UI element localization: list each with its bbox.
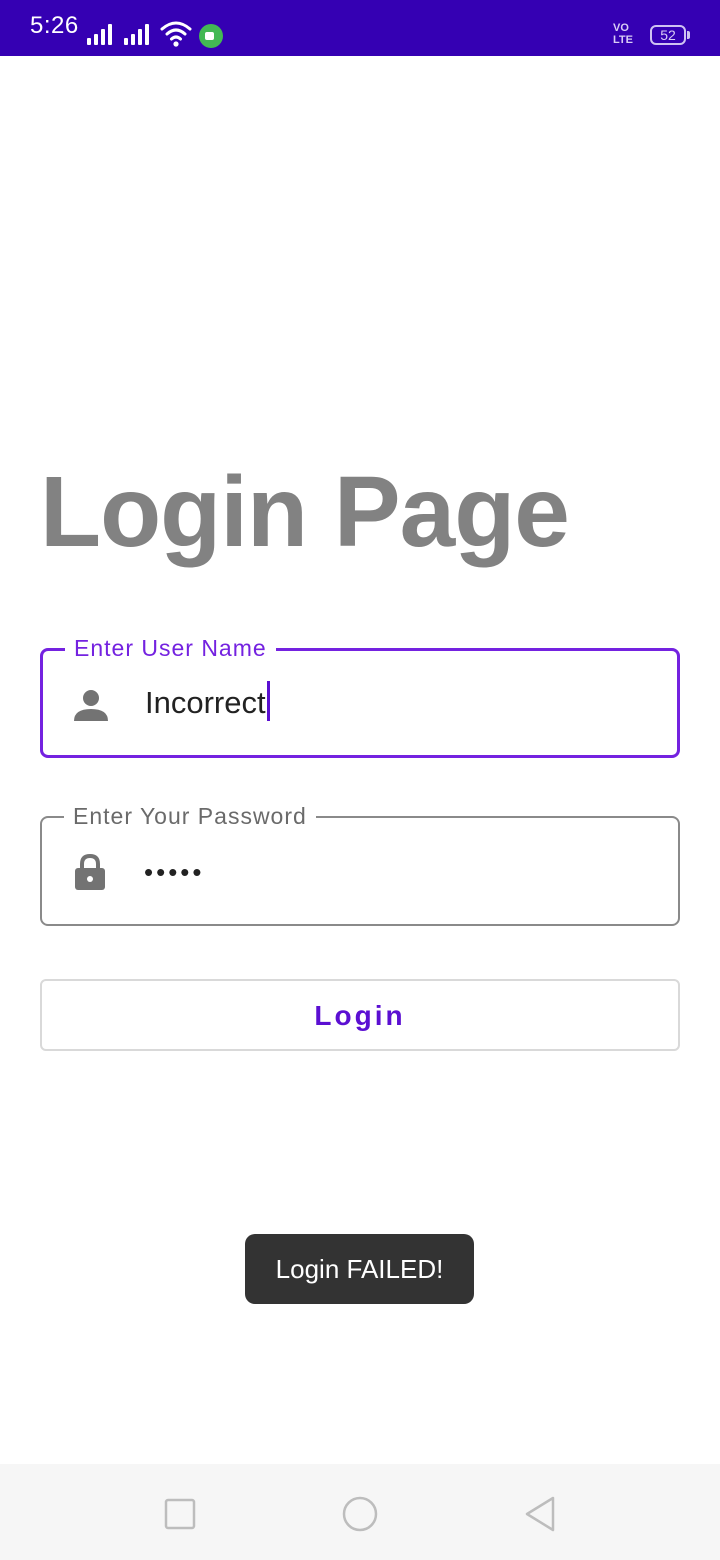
volte-indicator: VO LTE — [613, 22, 633, 46]
login-button[interactable]: Login — [40, 979, 680, 1051]
lock-icon — [75, 853, 105, 890]
home-icon[interactable] — [340, 1494, 380, 1534]
navigation-bar — [0, 1464, 720, 1560]
signal-strength-icon-2 — [124, 23, 154, 45]
recents-icon[interactable] — [160, 1494, 200, 1534]
text-cursor — [266, 681, 270, 721]
battery-level: 52 — [660, 27, 676, 43]
person-icon — [74, 690, 108, 721]
password-input[interactable]: ••••• — [144, 850, 205, 894]
screen-record-icon — [199, 24, 223, 48]
login-failed-toast: Login FAILED! — [245, 1234, 474, 1304]
page-title: Login Page — [40, 456, 570, 568]
battery-icon: 52 — [650, 25, 690, 45]
login-screen: 5:26 VO LTE 52 Login Page Enter User Nam… — [0, 0, 720, 1560]
wifi-icon — [160, 21, 192, 47]
username-input[interactable]: Incorrect — [145, 681, 270, 725]
back-icon[interactable] — [520, 1494, 560, 1534]
username-field[interactable]: Enter User Name Incorrect — [40, 634, 680, 758]
password-field[interactable]: Enter Your Password ••••• — [40, 802, 680, 926]
status-time: 5:26 — [30, 12, 79, 39]
username-label: Enter User Name — [65, 634, 276, 662]
password-label: Enter Your Password — [64, 802, 316, 830]
status-bar: 5:26 VO LTE 52 — [0, 0, 720, 56]
signal-strength-icon — [87, 23, 117, 45]
